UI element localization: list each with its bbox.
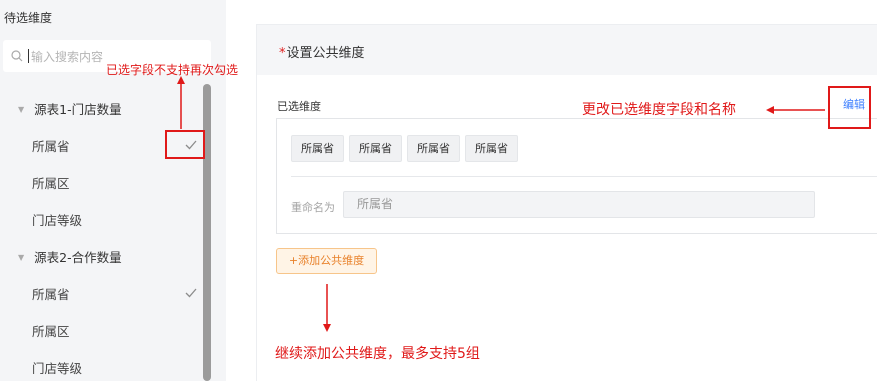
divider <box>291 176 877 177</box>
rename-label: 重命名为 <box>291 201 335 214</box>
annotation-add-note: 继续添加公共维度，最多支持5组 <box>275 346 480 362</box>
dimension-tag: 所属省 <box>407 135 460 162</box>
dimension-tag: 所属省 <box>349 135 402 162</box>
screen: 待选维度 输入搜索内容 ▼ 源表1-门店数量 所属省 所属区 门店等级 ▼ 源表2-… <box>0 0 877 381</box>
dimension-tag: 所属省 <box>465 135 518 162</box>
candidate-dimensions-panel: 待选维度 输入搜索内容 ▼ 源表1-门店数量 所属省 所属区 门店等级 ▼ 源表2-… <box>0 0 226 381</box>
group-label: 源表2-合作数量 <box>34 250 122 265</box>
group-2-header[interactable]: ▼ 源表2-合作数量 <box>18 247 122 266</box>
field-item-store-level-1[interactable]: 门店等级 <box>32 210 82 229</box>
selected-dimensions-box: 所属省 所属省 所属省 所属省 重命名为 所属省 <box>276 118 877 234</box>
field-item-store-level-2[interactable]: 门店等级 <box>32 358 82 377</box>
panel-title-text: 设置公共维度 <box>286 46 365 61</box>
panel-title: *设置公共维度 <box>279 42 365 61</box>
group-label: 源表1-门店数量 <box>34 102 122 117</box>
field-item-province-2[interactable]: 所属省 <box>32 284 70 303</box>
check-icon <box>185 288 197 298</box>
caret-down-icon: ▼ <box>18 105 25 114</box>
field-item-district-2[interactable]: 所属区 <box>32 321 70 340</box>
annotation-checked-note: 已选字段不支持再次勾选 <box>106 63 239 77</box>
selected-dimensions-label: 已选维度 <box>277 100 321 113</box>
required-mark: * <box>279 46 286 61</box>
add-common-dimension-button[interactable]: +添加公共维度 <box>276 248 377 274</box>
field-item-province-1[interactable]: 所属省 <box>32 136 70 155</box>
search-placeholder: 输入搜索内容 <box>31 50 104 64</box>
text-caret <box>28 49 29 63</box>
field-item-district-1[interactable]: 所属区 <box>32 173 70 192</box>
common-dimension-panel: *设置公共维度 已选维度 编辑 所属省 所属省 所属省 所属省 重命名为 所属省… <box>256 24 877 381</box>
group-1-header[interactable]: ▼ 源表1-门店数量 <box>18 99 122 118</box>
annotation-check-highlight <box>165 130 205 159</box>
dimension-tag: 所属省 <box>291 135 344 162</box>
scrollbar[interactable] <box>203 84 211 381</box>
caret-down-icon: ▼ <box>18 253 25 262</box>
rename-field[interactable]: 所属省 <box>343 191 815 218</box>
annotation-edit-highlight <box>828 86 871 129</box>
search-icon <box>11 50 23 62</box>
annotation-edit-note: 更改已选维度字段和名称 <box>582 102 736 118</box>
panel-header: *设置公共维度 <box>257 25 877 75</box>
panel-title: 待选维度 <box>4 11 53 25</box>
